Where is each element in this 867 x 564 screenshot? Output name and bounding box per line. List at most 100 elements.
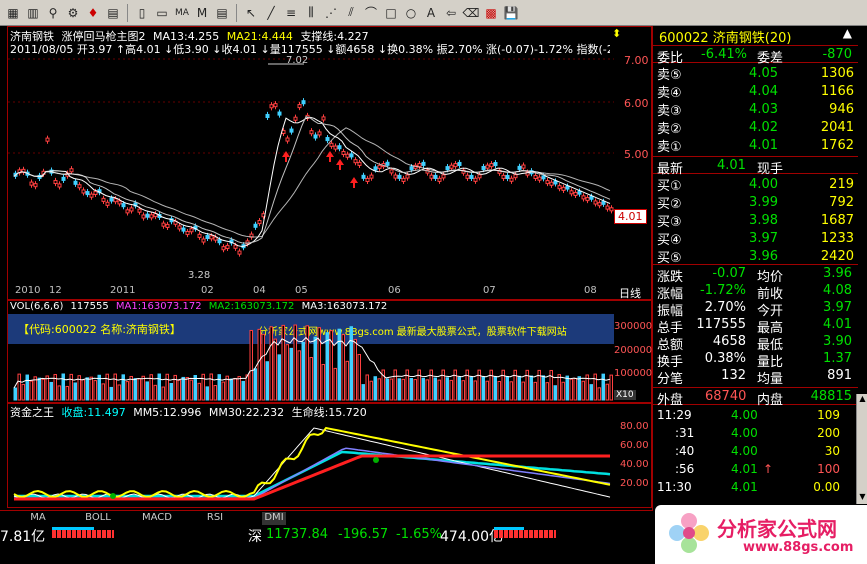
arrow-icon[interactable]: ⇦ [442,4,460,22]
volume-bar [253,368,257,401]
volume-bar [229,378,233,401]
ma-icon[interactable]: MA [173,4,191,22]
volume-bar [597,387,601,401]
arc-icon[interactable]: ⌒ [362,4,380,22]
indicator-chart[interactable] [8,416,614,506]
tab-macd[interactable]: MACD [142,512,172,526]
tick-row[interactable]: 11:29 4.00 109 [653,408,858,426]
hline-icon[interactable]: ≡ [282,4,300,22]
order-volume: 946 [829,101,854,117]
red-bar-right [494,530,556,538]
tab-ma[interactable]: MA [28,512,48,526]
line-icon[interactable]: ╱ [262,4,280,22]
scroll-up-icon[interactable]: ▲ [857,394,867,406]
sell-order-row[interactable]: 卖① 4.01 1762 [653,136,858,155]
buy-order-row[interactable]: 买④ 3.97 1233 [653,229,858,248]
sell-order-row[interactable]: 卖③ 4.03 946 [653,100,858,119]
alarm-icon[interactable]: ♦ [84,4,102,22]
stat-value: 2.70% [704,300,746,315]
volume-bar [293,324,297,401]
sz-label[interactable]: 深 [248,526,262,546]
scroll-arrow-icon[interactable]: ▲ [843,26,852,40]
volume-bar [453,369,457,401]
candle-body [101,197,106,202]
volume-bar [49,381,53,401]
sell-order-row[interactable]: 卖② 4.02 2041 [653,118,858,137]
candle-body [321,116,326,121]
tab-boll[interactable]: BOLL [83,512,113,526]
volume-bar [321,363,325,401]
buy-order-row[interactable]: 买③ 3.98 1687 [653,211,858,230]
volume-bar [349,326,353,401]
volume-bar [493,376,497,401]
tick-price: 4.01 [731,462,758,476]
kline-chart[interactable]: 7.02 3.28 [8,55,614,285]
m-icon[interactable]: M [193,4,211,22]
compare-icon[interactable]: ▤ [104,4,122,22]
candle-body [429,174,434,179]
volume-bar [465,369,469,401]
zoom-icon[interactable]: ⚲ [44,4,62,22]
candle-body [385,161,390,166]
sell-order-row[interactable]: 卖⑤ 4.05 1306 [653,64,858,83]
volume-bar [405,369,409,401]
tick-time: 11:29 [657,408,692,422]
stat-row: 涨跌 -0.07 均价 3.96 [653,266,858,285]
layout-icon[interactable]: ▯ [133,4,151,22]
volume-bar [441,369,445,401]
order-price: 3.98 [749,212,778,228]
lock-icon[interactable]: ⬍ [612,27,621,40]
circle-icon[interactable]: ○ [402,4,420,22]
scroll-down-icon[interactable]: ▼ [857,492,867,504]
sell-order-row[interactable]: 卖④ 4.04 1166 [653,82,858,101]
gear-icon[interactable]: ⚙ [64,4,82,22]
buy-order-row[interactable]: 买① 4.00 219 [653,175,858,194]
fan-icon[interactable]: ⋰ [322,4,340,22]
stat-value: 0.38% [704,351,746,366]
buy-order-row[interactable]: 买⑤ 3.96 2420 [653,247,858,266]
blue-bar-left [52,527,94,530]
color-icon[interactable]: ▩ [482,4,500,22]
tab-dmi[interactable]: DMI [262,512,286,526]
candle-body [465,174,470,179]
grid-icon[interactable]: ▦ [4,4,22,22]
candle-body [209,235,214,240]
tick-row[interactable]: 11:30 4.01 0.00 [653,480,858,498]
cursor-icon[interactable]: ↖ [242,4,260,22]
rect-icon[interactable]: □ [382,4,400,22]
volume-bar [445,377,449,401]
candle-body [109,197,114,202]
volume-chart[interactable] [8,314,614,402]
tab-rsi[interactable]: RSI [203,512,227,526]
candle-body [333,145,338,150]
window-icon[interactable]: ▭ [153,4,171,22]
tick-row[interactable]: :31 4.00 200 [653,426,858,444]
tick-row[interactable]: :56 4.01 100 ↑ [653,462,858,480]
line-mode-label[interactable]: 日线 [619,285,641,301]
tick-row[interactable]: :40 4.00 30 [653,444,858,462]
order-price: 4.03 [749,101,778,117]
ind-close-line [14,450,611,498]
candle-body [453,163,458,168]
buy-order-row[interactable]: 买② 3.99 792 [653,193,858,212]
candle-body [233,244,238,249]
volume-bar [305,325,309,401]
tick-scrollbar[interactable]: ▲ ▼ [856,394,867,504]
candle-body [397,174,402,179]
text-icon[interactable]: A [422,4,440,22]
candle-body [573,191,578,197]
parallel-icon[interactable]: ⫽ [342,4,360,22]
order-price: 4.04 [749,83,778,99]
table-icon[interactable]: ▤ [213,4,231,22]
latest-row: 最新 4.01 现手 [653,156,858,177]
tick-list[interactable]: 11:29 4.00 109:31 4.00 200:40 4.00 30:56 4.01 10… [653,408,858,508]
channel-icon[interactable]: ⫼ [302,4,320,22]
candle-body [485,164,490,169]
candle-body [177,225,182,230]
status-bar: 7.81亿 深 11737.84 -196.57 -1.65% 474.00亿 … [0,505,867,564]
volume-bar [477,369,481,401]
volume-bar [461,380,465,401]
chart-icon[interactable]: ▥ [24,4,42,22]
save-icon[interactable]: 💾 [502,4,520,22]
eraser-icon[interactable]: ⌫ [462,4,480,22]
